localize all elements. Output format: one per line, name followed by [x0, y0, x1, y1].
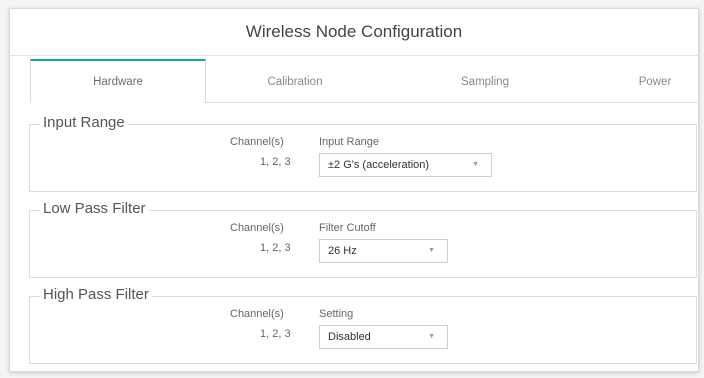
title-divider — [10, 55, 698, 56]
tab-sampling[interactable]: Sampling — [420, 59, 550, 102]
select-value: ±2 G's (acceleration) — [328, 159, 430, 171]
channels-value: 1, 2, 3 — [260, 242, 291, 254]
channels-header: Channel(s) — [230, 308, 284, 320]
chevron-down-icon: ▼ — [472, 161, 479, 168]
tab-power[interactable]: Power — [590, 59, 698, 102]
high-pass-filter-section: High Pass Filter Channel(s) 1, 2, 3 Sett… — [29, 285, 697, 364]
channels-header: Channel(s) — [230, 222, 284, 234]
input-range-select[interactable]: ±2 G's (acceleration) ▼ — [319, 153, 492, 177]
select-value: 26 Hz — [328, 245, 357, 257]
setting-label: Setting — [319, 308, 354, 320]
input-range-section: Input Range Channel(s) 1, 2, 3 Input Ran… — [29, 113, 697, 192]
tab-bar-divider — [205, 102, 698, 103]
section-legend: Low Pass Filter — [40, 199, 149, 219]
section-legend: High Pass Filter — [40, 285, 152, 305]
filter-cutoff-label: Filter Cutoff — [319, 222, 376, 234]
chevron-down-icon: ▼ — [428, 333, 435, 340]
chevron-down-icon: ▼ — [428, 247, 435, 254]
tab-bar: Hardware Calibration Sampling Power — [30, 59, 698, 103]
channels-value: 1, 2, 3 — [260, 156, 291, 168]
window-title: Wireless Node Configuration — [245, 22, 463, 41]
channels-value: 1, 2, 3 — [260, 328, 291, 340]
input-range-label: Input Range — [319, 136, 379, 148]
config-window: Wireless Node Configuration Hardware Cal… — [9, 8, 699, 372]
tab-hardware[interactable]: Hardware — [30, 59, 206, 103]
section-legend: Input Range — [40, 113, 128, 133]
channels-header: Channel(s) — [230, 136, 284, 148]
setting-select[interactable]: Disabled ▼ — [319, 325, 448, 349]
select-value: Disabled — [328, 331, 371, 343]
low-pass-filter-section: Low Pass Filter Channel(s) 1, 2, 3 Filte… — [29, 199, 697, 278]
tab-calibration[interactable]: Calibration — [230, 59, 360, 102]
filter-cutoff-select[interactable]: 26 Hz ▼ — [319, 239, 448, 263]
